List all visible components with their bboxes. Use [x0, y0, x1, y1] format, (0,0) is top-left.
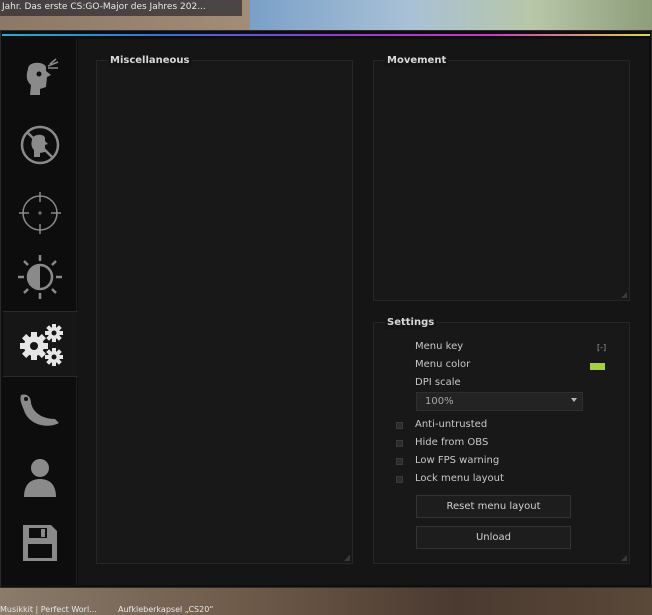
content-area: Miscellaneous Movement Settings Menu key… [78, 39, 649, 585]
lock-layout-label: Lock menu layout [415, 473, 504, 484]
floppy-disk-config-icon [22, 525, 57, 561]
player-icon [23, 459, 56, 497]
menu-color-picker[interactable] [590, 363, 605, 370]
menu-color-label: Menu color [415, 359, 471, 370]
anti-untrusted-label: Anti-untrusted [415, 419, 488, 430]
tab-crosshair[interactable] [3, 181, 76, 245]
tab-skins[interactable] [3, 379, 76, 443]
sidebar [3, 39, 78, 585]
aimbot-headshot-icon [26, 58, 58, 95]
movement-group: Movement [373, 55, 630, 301]
antiaim-icon [20, 125, 59, 165]
low-fps-checkbox[interactable] [396, 458, 403, 465]
knife-skins-icon [19, 394, 59, 426]
menu-key-label: Menu key [415, 341, 464, 352]
menu-key-bind[interactable]: [-] [597, 343, 606, 352]
resize-handle[interactable] [621, 292, 627, 298]
crosshair-icon [18, 192, 61, 234]
rainbow-bar [2, 34, 650, 36]
reset-layout-button[interactable]: Reset menu layout [416, 495, 571, 518]
sticker-capsule-label: Aufkleberkapsel „CS20“ [118, 605, 214, 614]
dpi-scale-label: DPI scale [415, 377, 461, 388]
tab-aimbot[interactable] [3, 45, 76, 109]
settings-group: Settings Menu key [-] Menu color DPI sca… [373, 317, 630, 564]
miscellaneous-title: Miscellaneous [108, 55, 192, 67]
news-ticker: Jahr. Das erste CS:GO-Major des Jahres 2… [0, 0, 242, 16]
brightness-visuals-icon [17, 255, 62, 299]
unload-button[interactable]: Unload [416, 526, 571, 549]
gears-misc-icon [19, 324, 63, 366]
chevron-down-icon [571, 398, 577, 402]
background-floor [0, 585, 652, 615]
settings-title: Settings [385, 317, 437, 329]
hide-obs-label: Hide from OBS [415, 437, 489, 448]
music-kit-label: Musikkit | Perfect Worl... [0, 605, 97, 614]
resize-handle[interactable] [344, 555, 350, 561]
resize-handle[interactable] [621, 555, 627, 561]
cheat-menu-window: Miscellaneous Movement Settings Menu key… [0, 30, 652, 588]
tab-visuals[interactable] [3, 245, 76, 309]
tab-config[interactable] [3, 511, 76, 575]
hide-obs-checkbox[interactable] [396, 440, 403, 447]
lock-layout-checkbox[interactable] [396, 476, 403, 483]
low-fps-label: Low FPS warning [415, 455, 500, 466]
tab-players[interactable] [3, 445, 76, 509]
dpi-scale-dropdown[interactable]: 100% [416, 392, 583, 411]
miscellaneous-group: Miscellaneous [96, 55, 353, 564]
movement-title: Movement [385, 55, 449, 67]
tab-antiaim[interactable] [3, 113, 76, 177]
anti-untrusted-checkbox[interactable] [396, 422, 403, 429]
dpi-scale-value: 100% [425, 396, 454, 407]
tab-misc[interactable] [3, 311, 78, 377]
